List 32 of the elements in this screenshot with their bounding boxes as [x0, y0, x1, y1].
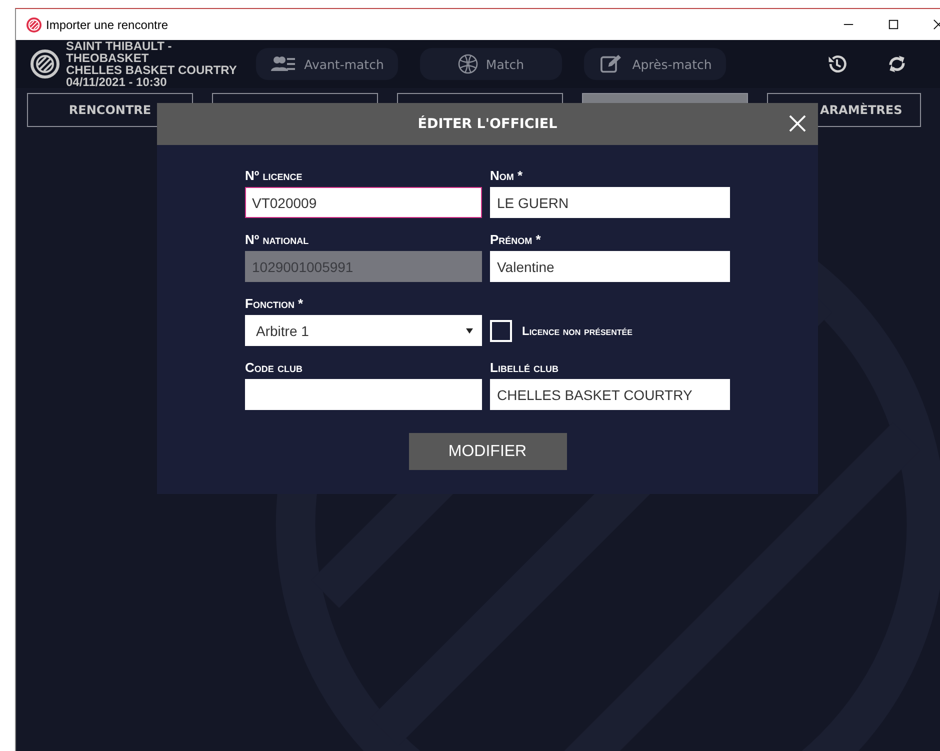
field-label: Libellé club [490, 360, 560, 375]
match-info-text: SAINT THIBAULT - THEOBASKET [66, 40, 173, 64]
people-icon [270, 54, 296, 74]
field-label: Prénom * [490, 232, 542, 247]
history-icon[interactable] [826, 53, 848, 75]
checkbox[interactable] [490, 320, 512, 342]
field-label: Nom * [490, 168, 524, 183]
field-label: Nº licence [245, 168, 304, 183]
window-title: Importer une rencontre [46, 18, 168, 32]
nav-button[interactable]: Avant-match [256, 48, 398, 80]
nav-button[interactable]: Après-match [584, 48, 726, 80]
basketball-logo-icon [30, 49, 60, 79]
maximize-icon[interactable] [888, 19, 899, 30]
match-info-text: CHELLES BASKET COURTRY [66, 64, 238, 76]
app-logo-icon [26, 16, 42, 32]
input-field[interactable] [245, 379, 482, 410]
field-label: Code club [245, 360, 304, 375]
field-label: Nº national [245, 232, 310, 247]
input-field[interactable]: LE GUERN [490, 187, 730, 218]
dropdown-caret-icon [466, 328, 473, 334]
modify-button[interactable]: MODIFIER [408, 433, 566, 470]
input-field[interactable]: CHELLES BASKET COURTRY [490, 379, 730, 410]
input-field[interactable]: VT020009 [245, 187, 482, 218]
dropdown[interactable]: Arbitre 1 [245, 315, 482, 346]
checkbox-label: Licence non présentée [522, 324, 632, 338]
match-info-text: 04/11/2021 - 10:30 [66, 76, 168, 88]
dialog-title: ÉDITER L'OFFICIEL [418, 116, 558, 132]
input-field[interactable]: Valentine [490, 251, 730, 282]
nav-button[interactable]: Match [420, 48, 562, 80]
basketball-icon [458, 54, 478, 74]
refresh-icon[interactable] [886, 53, 908, 75]
field-label: Fonction * [245, 296, 304, 311]
